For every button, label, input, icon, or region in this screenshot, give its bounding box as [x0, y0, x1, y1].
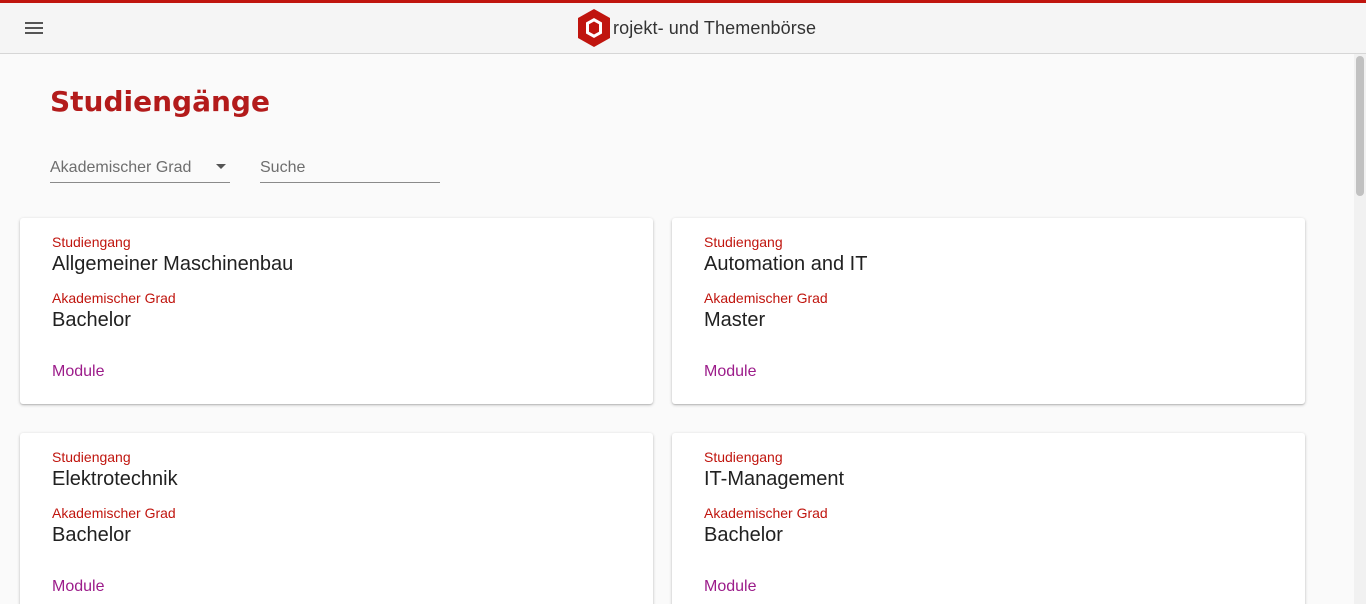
- modules-link[interactable]: Module: [704, 363, 756, 381]
- program-label: Studiengang: [704, 449, 783, 465]
- program-card: Studiengang Elektrotechnik Akademischer …: [20, 433, 653, 604]
- program-label: Studiengang: [52, 449, 131, 465]
- program-name: Elektrotechnik: [52, 468, 178, 490]
- program-card: Studiengang Allgemeiner Maschinenbau Aka…: [20, 218, 653, 404]
- degree-value: Bachelor: [704, 524, 783, 546]
- degree-select[interactable]: Akademischer Grad: [50, 151, 230, 183]
- program-name: IT-Management: [704, 468, 845, 490]
- dropdown-arrow-icon: [216, 164, 226, 169]
- modules-link[interactable]: Module: [52, 578, 104, 596]
- page-title: Studiengänge: [50, 85, 270, 118]
- vertical-scrollbar[interactable]: [1354, 54, 1366, 604]
- program-card: Studiengang Automation and IT Akademisch…: [672, 218, 1305, 404]
- degree-value: Bachelor: [52, 309, 131, 331]
- program-label: Studiengang: [704, 234, 783, 250]
- program-card: Studiengang IT-Management Akademischer G…: [672, 433, 1305, 604]
- menu-button[interactable]: [14, 10, 54, 46]
- modules-link[interactable]: Module: [704, 578, 756, 596]
- search-input[interactable]: [260, 151, 440, 182]
- main-content: Studiengänge Akademischer Grad Suche Stu…: [0, 54, 1354, 604]
- program-name: Automation and IT: [704, 253, 868, 275]
- degree-value: Bachelor: [52, 524, 131, 546]
- degree-label: Akademischer Grad: [704, 505, 828, 521]
- search-field[interactable]: Suche: [260, 151, 440, 183]
- degree-value: Master: [704, 309, 766, 331]
- hamburger-menu-icon: [25, 22, 43, 34]
- program-label: Studiengang: [52, 234, 131, 250]
- degree-label: Akademischer Grad: [52, 505, 176, 521]
- degree-label: Akademischer Grad: [52, 290, 176, 306]
- hexagon-logo-icon: [578, 9, 610, 47]
- top-app-bar: rojekt- und Themenbörse: [0, 0, 1366, 54]
- modules-link[interactable]: Module: [52, 363, 104, 381]
- brand-logo[interactable]: rojekt- und Themenbörse: [576, 8, 816, 48]
- degree-select-label: Akademischer Grad: [50, 159, 192, 176]
- program-name: Allgemeiner Maschinenbau: [52, 253, 294, 275]
- brand-text: rojekt- und Themenbörse: [613, 17, 817, 38]
- scrollbar-thumb[interactable]: [1356, 56, 1364, 196]
- degree-label: Akademischer Grad: [704, 290, 828, 306]
